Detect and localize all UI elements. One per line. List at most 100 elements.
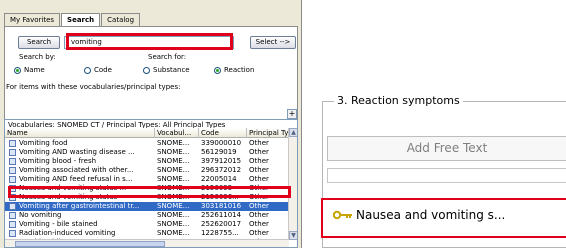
- tab-catalog[interactable]: Catalog: [101, 13, 141, 26]
- concept-icon: [9, 140, 16, 147]
- cell-name: Vomiting after gastrointestinal tr...: [19, 202, 140, 210]
- reaction-symptoms-title: 3. Reaction symptoms: [334, 94, 463, 107]
- column-vocabulary[interactable]: Vocabul...: [155, 128, 199, 138]
- cell-vocab: SNOME...: [157, 166, 190, 174]
- table-row[interactable]: Radiation-induced vomiting SNOME... 122875…: [5, 229, 289, 238]
- cell-type: Other: [249, 166, 269, 174]
- cell-vocab: SNOME...: [157, 229, 190, 237]
- cell-code: 397912015: [201, 157, 242, 165]
- results-header: Name Vocabul... Code Principal Types: [5, 128, 289, 138]
- selected-reaction-label: Nausea and vomiting s...: [356, 208, 506, 222]
- table-row[interactable]: Nausea and vomiting status ... SNOME... 21…: [5, 184, 289, 193]
- cell-type: Other: [249, 139, 269, 147]
- cell-name: No vomiting: [19, 211, 62, 219]
- add-free-text-button[interactable]: Add Free Text: [327, 136, 566, 161]
- cell-type: Other: [249, 202, 269, 210]
- tab-strip: My Favorites Search Catalog: [4, 13, 141, 27]
- table-row[interactable]: Vomiting blood - fresh SNOME... 397912015 O…: [5, 157, 289, 166]
- radio-dot: [214, 66, 221, 74]
- table-row[interactable]: Vomiting after gastrointestinal tr... SNO…: [5, 202, 289, 211]
- concept-icon: [9, 203, 16, 210]
- cell-name: Vomiting - bile stained: [19, 220, 98, 228]
- types-label: For items with these vocabularies/princi…: [6, 83, 181, 91]
- concept-icon: [9, 230, 16, 237]
- search-for-label: Search for:: [148, 53, 187, 61]
- results-list: Vocabularies: SNOMED CT / Principal Type…: [4, 119, 298, 248]
- cell-name: Radiation-induced vomiting: [19, 229, 116, 237]
- cell-code: 303181016: [201, 202, 242, 210]
- radio-dot: [14, 66, 21, 74]
- horizontal-scrollbar[interactable]: [5, 239, 289, 247]
- concept-icon: [9, 194, 16, 201]
- search-dialog: My Favorites Search Catalog Search vomit…: [0, 0, 302, 248]
- radio-dot: [84, 66, 91, 74]
- radio-dot: [143, 66, 150, 74]
- cell-vocab: SNOME...: [157, 220, 190, 228]
- cell-vocab: SNOME...: [157, 211, 190, 219]
- table-row[interactable]: Vomiting associated with other... SNOME..…: [5, 166, 289, 175]
- radio-code[interactable]: Code: [84, 66, 112, 74]
- select-button[interactable]: Select -->: [250, 36, 296, 49]
- cell-type: Other: [249, 211, 269, 219]
- cell-code: 22005014: [201, 175, 237, 183]
- table-row[interactable]: Vomiting AND feed refusal in s... SNOME..…: [5, 175, 289, 184]
- concept-icon: [9, 176, 16, 183]
- cell-vocab: SNOME...: [157, 157, 190, 165]
- cell-type: Other: [249, 148, 269, 156]
- cell-vocab: SNOME...: [157, 139, 190, 147]
- cell-name: Nausea and vomiting status: [19, 193, 118, 201]
- column-code[interactable]: Code: [199, 128, 247, 138]
- cell-name: Vomiting food: [19, 139, 68, 147]
- tab-my-favorites[interactable]: My Favorites: [4, 13, 61, 26]
- cell-vocab: SNOME...: [157, 184, 190, 192]
- cell-code: 296372012: [201, 166, 242, 174]
- table-row[interactable]: Nausea and vomiting status SNOME... 215609…: [5, 193, 289, 202]
- table-row[interactable]: Vomiting food SNOME... 339000010 Other: [5, 139, 289, 148]
- add-filter-button[interactable]: +: [287, 109, 297, 119]
- table-row[interactable]: No vomiting SNOME... 252611014 Other: [5, 211, 289, 220]
- concept-icon: [9, 158, 16, 165]
- table-row[interactable]: Vomiting AND wasting disease ... SNOME...…: [5, 148, 289, 157]
- scroll-thumb[interactable]: [15, 241, 165, 247]
- cell-name: Nausea and vomiting status ...: [19, 184, 127, 192]
- radio-reaction[interactable]: Reaction: [214, 66, 254, 74]
- cell-type: Other: [249, 175, 269, 183]
- key-icon: [333, 210, 352, 220]
- radio-substance-label: Substance: [153, 66, 190, 74]
- table-row[interactable]: Vomiting - bile stained SNOME... 252620017…: [5, 220, 289, 229]
- radio-name[interactable]: Name: [14, 66, 45, 74]
- radio-code-label: Code: [94, 66, 112, 74]
- search-input[interactable]: vomiting: [64, 36, 234, 49]
- cell-vocab: SNOME...: [157, 193, 190, 201]
- radio-reaction-label: Reaction: [224, 66, 255, 74]
- scroll-down-icon[interactable]: ▼: [289, 231, 297, 240]
- concept-icon: [9, 149, 16, 156]
- scroll-up-icon[interactable]: ▲: [289, 128, 297, 137]
- reaction-input-field[interactable]: [327, 168, 566, 183]
- cell-vocab: SNOME...: [157, 202, 190, 210]
- cell-vocab: SNOME...: [157, 148, 190, 156]
- search-button[interactable]: Search: [18, 36, 60, 49]
- cell-code: 252611014: [201, 211, 242, 219]
- cell-code: 2156095: [201, 184, 233, 192]
- column-name[interactable]: Name: [5, 128, 155, 138]
- cell-type: Other: [249, 229, 269, 237]
- concept-icon: [9, 167, 16, 174]
- radio-substance[interactable]: Substance: [143, 66, 190, 74]
- cell-name: Vomiting associated with other...: [19, 166, 134, 174]
- cell-code: 1228755...: [201, 229, 239, 237]
- cell-code: 339000010: [201, 139, 242, 147]
- cell-type: Other: [249, 157, 269, 165]
- cell-type: Other: [249, 184, 269, 192]
- tab-search[interactable]: Search: [61, 13, 101, 27]
- cell-code: 2156096...: [201, 193, 239, 201]
- vertical-scrollbar[interactable]: ▲ ▼: [288, 128, 297, 240]
- cell-name: Vomiting blood - fresh: [19, 157, 97, 165]
- column-principal-types[interactable]: Principal Types: [247, 128, 289, 138]
- radio-name-label: Name: [24, 66, 45, 74]
- concept-icon: [9, 212, 16, 219]
- cell-code: 56129019: [201, 148, 237, 156]
- cell-type: Other: [249, 220, 269, 228]
- concept-icon: [9, 221, 16, 228]
- cell-type: Other: [249, 193, 269, 201]
